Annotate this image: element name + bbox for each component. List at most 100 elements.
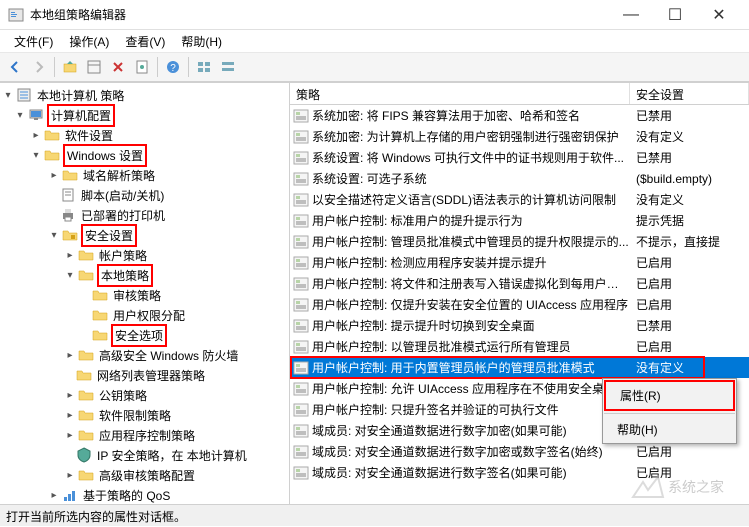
policy-row[interactable]: 系统设置: 可选子系统($build.empty) xyxy=(290,168,749,189)
maximize-button[interactable]: ☐ xyxy=(653,0,697,30)
tree-pubkey[interactable]: ▸ 公钥策略 xyxy=(0,385,289,405)
tree-software[interactable]: ▸ 软件设置 xyxy=(0,125,289,145)
tree-audit[interactable]: 审核策略 xyxy=(0,285,289,305)
chevron-right-icon[interactable]: ▸ xyxy=(64,389,76,401)
tree-security[interactable]: ▾ 安全设置 xyxy=(0,225,289,245)
tree-label: 安全选项 xyxy=(111,324,167,347)
tree-secopts[interactable]: 安全选项 xyxy=(0,325,289,345)
tree-printer[interactable]: 已部署的打印机 xyxy=(0,205,289,225)
tree-label: 网络列表管理器策略 xyxy=(95,366,207,385)
column-setting[interactable]: 安全设置 xyxy=(630,83,749,104)
chevron-right-icon[interactable]: ▸ xyxy=(64,409,76,421)
tree-dns[interactable]: ▸ 域名解析策略 xyxy=(0,165,289,185)
printer-icon xyxy=(60,207,76,223)
chevron-down-icon[interactable]: ▾ xyxy=(64,269,76,281)
policy-row[interactable]: 用户帐户控制: 用于内置管理员帐户的管理员批准模式没有定义 xyxy=(290,357,749,378)
tree-computer-config[interactable]: ▾ 计算机配置 xyxy=(0,105,289,125)
tree-label: 基于策略的 QoS xyxy=(81,486,172,505)
context-properties[interactable]: 属性(R) xyxy=(604,380,735,411)
tree-softrestrict[interactable]: ▸ 软件限制策略 xyxy=(0,405,289,425)
tree-label: 公钥策略 xyxy=(97,386,149,405)
qos-icon xyxy=(62,487,78,503)
tree-netlist[interactable]: 网络列表管理器策略 xyxy=(0,365,289,385)
policy-row[interactable]: 用户帐户控制: 将文件和注册表写入错误虚拟化到每用户位置已启用 xyxy=(290,273,749,294)
list-body[interactable]: 系统加密: 将 FIPS 兼容算法用于加密、哈希和签名已禁用系统加密: 为计算机… xyxy=(290,105,749,504)
chevron-right-icon[interactable]: ▸ xyxy=(30,129,42,141)
policy-icon xyxy=(293,319,309,333)
policy-name: 用户帐户控制: 提示提升时切换到安全桌面 xyxy=(312,317,630,334)
policy-icon xyxy=(293,298,309,312)
tree-root[interactable]: ▾ 本地计算机 策略 xyxy=(0,85,289,105)
minimize-button[interactable]: — xyxy=(609,0,653,30)
show-hide-button[interactable] xyxy=(83,56,105,78)
tree-qos[interactable]: ▸ 基于策略的 QoS xyxy=(0,485,289,504)
policy-name: 系统设置: 将 Windows 可执行文件中的证书规则用于软件... xyxy=(312,149,630,166)
menu-view[interactable]: 查看(V) xyxy=(117,31,173,52)
tree-script[interactable]: 脚本(启动/关机) xyxy=(0,185,289,205)
policy-setting: 已启用 xyxy=(630,254,672,271)
policy-row[interactable]: 以安全描述符定义语言(SDDL)语法表示的计算机访问限制没有定义 xyxy=(290,189,749,210)
back-button[interactable] xyxy=(4,56,26,78)
chevron-right-icon[interactable]: ▸ xyxy=(64,429,76,441)
folder-icon xyxy=(62,167,78,183)
tree-advfw[interactable]: ▸ 高级安全 Windows 防火墙 xyxy=(0,345,289,365)
folder-icon xyxy=(78,407,94,423)
help-button[interactable]: ? xyxy=(162,56,184,78)
tree-account[interactable]: ▸ 帐户策略 xyxy=(0,245,289,265)
policy-setting: 不提示，直接提 xyxy=(630,233,720,250)
chevron-down-icon[interactable]: ▾ xyxy=(14,109,26,121)
tree-pane[interactable]: ▾ 本地计算机 策略 ▾ 计算机配置 ▸ 软件设置 ▾ Windows 设置 ▸… xyxy=(0,83,290,504)
policy-icon xyxy=(293,214,309,228)
chevron-right-icon[interactable]: ▸ xyxy=(64,469,76,481)
menu-file[interactable]: 文件(F) xyxy=(6,31,61,52)
tree-advaudit[interactable]: ▸ 高级审核策略配置 xyxy=(0,465,289,485)
tree-label: 已部署的打印机 xyxy=(79,206,167,225)
menu-help[interactable]: 帮助(H) xyxy=(173,31,230,52)
policy-row[interactable]: 用户帐户控制: 提示提升时切换到安全桌面已禁用 xyxy=(290,315,749,336)
policy-row[interactable]: 系统设置: 将 Windows 可执行文件中的证书规则用于软件...已禁用 xyxy=(290,147,749,168)
policy-row[interactable]: 用户帐户控制: 标准用户的提升提示行为提示凭据 xyxy=(290,210,749,231)
chevron-right-icon[interactable]: ▸ xyxy=(64,249,76,261)
properties-button[interactable] xyxy=(131,56,153,78)
tree-label: 安全设置 xyxy=(81,224,137,247)
policy-row[interactable]: 域成员: 对安全通道数据进行数字加密或数字签名(始终)已启用 xyxy=(290,441,749,462)
context-help[interactable]: 帮助(H) xyxy=(603,416,736,443)
up-button[interactable] xyxy=(59,56,81,78)
chevron-down-icon[interactable]: ▾ xyxy=(30,149,42,161)
policy-row[interactable]: 用户帐户控制: 检测应用程序安装并提示提升已启用 xyxy=(290,252,749,273)
chevron-right-icon[interactable]: ▸ xyxy=(48,489,60,501)
tree-label: 本地计算机 策略 xyxy=(35,86,126,105)
policy-row[interactable]: 用户帐户控制: 仅提升安装在安全位置的 UIAccess 应用程序已启用 xyxy=(290,294,749,315)
options-button[interactable] xyxy=(217,56,239,78)
delete-button[interactable] xyxy=(107,56,129,78)
policy-row[interactable]: 域成员: 对安全通道数据进行数字签名(如果可能)已启用 xyxy=(290,462,749,483)
policy-icon xyxy=(293,130,309,144)
svg-text:?: ? xyxy=(170,63,176,74)
policy-row[interactable]: 用户帐户控制: 以管理员批准模式运行所有管理员已启用 xyxy=(290,336,749,357)
policy-icon xyxy=(293,382,309,396)
policy-name: 用户帐户控制: 只提升签名并验证的可执行文件 xyxy=(312,401,630,418)
policy-row[interactable]: 用户帐户控制: 管理员批准模式中管理员的提升权限提示的...不提示，直接提 xyxy=(290,231,749,252)
tree-ipsec[interactable]: IP 安全策略，在 本地计算机 xyxy=(0,445,289,465)
tree-localpol[interactable]: ▾ 本地策略 xyxy=(0,265,289,285)
forward-button[interactable] xyxy=(28,56,50,78)
menu-action[interactable]: 操作(A) xyxy=(61,31,117,52)
statusbar: 打开当前所选内容的属性对话框。 xyxy=(0,504,749,526)
folder-icon xyxy=(78,267,94,283)
policy-row[interactable]: 系统加密: 为计算机上存储的用户密钥强制进行强密钥保护没有定义 xyxy=(290,126,749,147)
close-button[interactable]: ✕ xyxy=(697,0,741,30)
chevron-right-icon[interactable]: ▸ xyxy=(64,349,76,361)
chevron-down-icon[interactable]: ▾ xyxy=(48,229,60,241)
policy-row[interactable]: 系统加密: 将 FIPS 兼容算法用于加密、哈希和签名已禁用 xyxy=(290,105,749,126)
policy-icon xyxy=(293,109,309,123)
tree-label: Windows 设置 xyxy=(63,144,147,167)
policy-setting: 已禁用 xyxy=(630,149,672,166)
chevron-down-icon[interactable]: ▾ xyxy=(2,89,14,101)
chevron-right-icon[interactable]: ▸ xyxy=(48,169,60,181)
filter-button[interactable] xyxy=(193,56,215,78)
tree-appctrl[interactable]: ▸ 应用程序控制策略 xyxy=(0,425,289,445)
tree-userrights[interactable]: 用户权限分配 xyxy=(0,305,289,325)
tree-windows-settings[interactable]: ▾ Windows 设置 xyxy=(0,145,289,165)
column-policy[interactable]: 策略 xyxy=(290,83,630,104)
policy-setting: 已启用 xyxy=(630,464,672,481)
